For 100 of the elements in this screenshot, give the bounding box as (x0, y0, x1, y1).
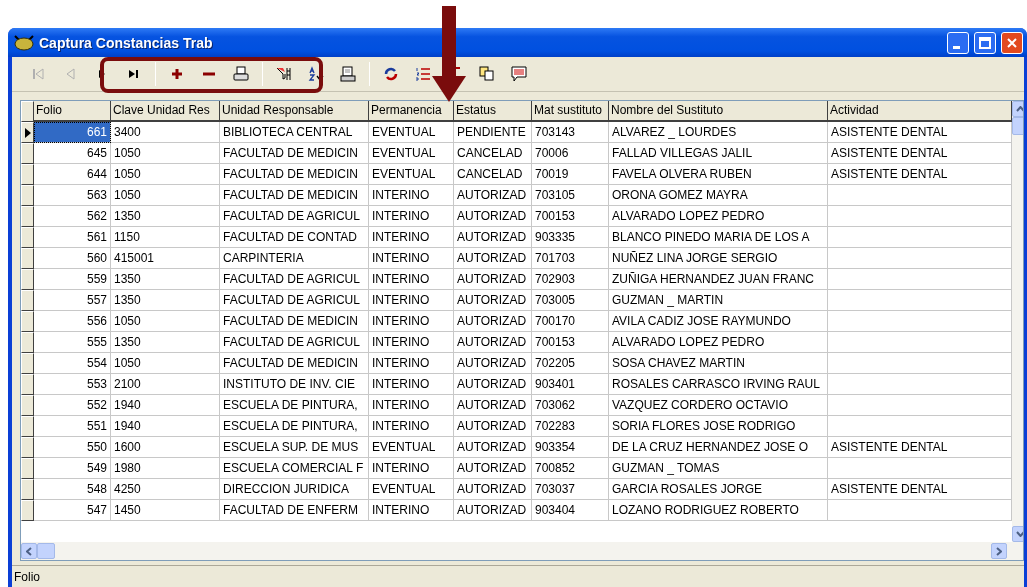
table-cell: 551 (34, 416, 111, 437)
row-indicator[interactable] (21, 206, 34, 227)
table-cell: 702283 (532, 416, 609, 437)
column-header[interactable]: Nombre del Sustituto (609, 101, 828, 122)
row-indicator[interactable] (21, 143, 34, 164)
row-indicator[interactable] (21, 458, 34, 479)
horizontal-scrollbar[interactable] (21, 542, 1023, 560)
row-indicator[interactable] (21, 479, 34, 500)
table-cell: SORIA FLORES JOSE RODRIGO (609, 416, 828, 437)
table-cell: ESCUELA SUP. DE MUS (220, 437, 369, 458)
table-cell: 1350 (111, 206, 220, 227)
table-cell: 561 (34, 227, 111, 248)
table-cell: AUTORIZAD (454, 185, 532, 206)
refresh-icon (383, 66, 399, 82)
table-cell: INTERINO (369, 458, 454, 479)
minimize-icon (952, 46, 960, 49)
row-indicator[interactable] (21, 248, 34, 269)
table-cell: ALVARADO LOPEZ PEDRO (609, 206, 828, 227)
table-cell: INTERINO (369, 416, 454, 437)
row-indicator[interactable] (21, 227, 34, 248)
table-cell: AUTORIZAD (454, 458, 532, 479)
table-cell: FALLAD VILLEGAS JALIL (609, 143, 828, 164)
table-cell: 1050 (111, 353, 220, 374)
table-cell: 903354 (532, 437, 609, 458)
row-indicator[interactable] (21, 395, 34, 416)
printer-icon (233, 66, 249, 82)
table-cell: CANCELAD (454, 143, 532, 164)
table-cell: FACULTAD DE MEDICIN (220, 185, 369, 206)
table-cell: 1600 (111, 437, 220, 458)
column-header[interactable]: Estatus (454, 101, 532, 122)
copy-icon (479, 66, 495, 82)
column-header[interactable]: Folio (34, 101, 111, 122)
table-cell: 1980 (111, 458, 220, 479)
row-indicator[interactable] (21, 269, 34, 290)
table-cell: FACULTAD DE AGRICUL (220, 269, 369, 290)
table-cell: AUTORIZAD (454, 437, 532, 458)
table-cell: 703105 (532, 185, 609, 206)
table-cell: ESCUELA DE PINTURA, (220, 416, 369, 437)
table-cell: AUTORIZAD (454, 353, 532, 374)
row-indicator[interactable] (21, 185, 34, 206)
row-indicator[interactable] (21, 374, 34, 395)
table-cell: INTERINO (369, 374, 454, 395)
table-cell: ESCUELA COMERCIAL F (220, 458, 369, 479)
scroll-left-icon[interactable] (21, 543, 37, 559)
table-cell: EVENTUAL (369, 122, 454, 143)
table-cell: INTERINO (369, 206, 454, 227)
table-cell: 1150 (111, 227, 220, 248)
column-header[interactable]: Permanencia (369, 101, 454, 122)
table-cell: INTERINO (369, 269, 454, 290)
table-cell: 700170 (532, 311, 609, 332)
table-cell: GUZMAN _ MARTIN (609, 290, 828, 311)
row-indicator[interactable] (21, 164, 34, 185)
table-cell: PENDIENTE (454, 122, 532, 143)
table-cell: FACULTAD DE MEDICIN (220, 353, 369, 374)
table-cell: 4250 (111, 479, 220, 500)
table-cell: INTERINO (369, 248, 454, 269)
table-cell: VAZQUEZ CORDERO OCTAVIO (609, 395, 828, 416)
table-cell: AUTORIZAD (454, 290, 532, 311)
column-header[interactable]: Unidad Responsable (220, 101, 369, 122)
table-cell: BIBLIOTECA CENTRAL (220, 122, 369, 143)
table-cell: 547 (34, 500, 111, 521)
row-indicator[interactable] (21, 353, 34, 374)
table-cell: 1350 (111, 332, 220, 353)
column-header[interactable]: Clave Unidad Res (111, 101, 220, 122)
row-indicator[interactable] (21, 311, 34, 332)
table-cell: 549 (34, 458, 111, 479)
table-cell: INTERINO (369, 290, 454, 311)
table-cell: 556 (34, 311, 111, 332)
table-cell: INTERINO (369, 353, 454, 374)
table-cell: ASISTENTE DENTAL (828, 479, 1012, 500)
table-cell: 700153 (532, 206, 609, 227)
table-cell: ASISTENTE DENTAL (828, 122, 1012, 143)
table-cell: 1940 (111, 395, 220, 416)
table-cell: FACULTAD DE AGRICUL (220, 290, 369, 311)
scroll-thumb[interactable] (37, 543, 55, 559)
row-indicator[interactable] (21, 500, 34, 521)
table-cell: 1050 (111, 143, 220, 164)
table-cell: LOZANO RODRIGUEZ ROBERTO (609, 500, 828, 521)
table-cell: 550 (34, 437, 111, 458)
maximize-button[interactable] (974, 31, 996, 54)
row-indicator[interactable] (21, 122, 34, 143)
close-button[interactable] (1001, 31, 1023, 54)
row-indicator[interactable] (21, 416, 34, 437)
table-cell: EVENTUAL (369, 479, 454, 500)
column-header[interactable]: Mat sustituto (532, 101, 609, 122)
app-logo-icon (14, 34, 34, 51)
table-cell: FACULTAD DE AGRICUL (220, 332, 369, 353)
minimize-button[interactable] (947, 31, 969, 54)
table-cell: 701703 (532, 248, 609, 269)
row-indicator[interactable] (21, 332, 34, 353)
row-indicator[interactable] (21, 437, 34, 458)
table-cell: GUZMAN _ TOMAS (609, 458, 828, 479)
row-indicator[interactable] (21, 290, 34, 311)
column-header[interactable]: Actividad (828, 101, 1012, 122)
first-record-icon (30, 66, 46, 82)
scroll-right-icon[interactable] (991, 543, 1007, 559)
table-cell: BLANCO PINEDO MARIA DE LOS A (609, 227, 828, 248)
table-cell: FACULTAD DE CONTAD (220, 227, 369, 248)
table-cell: INTERINO (369, 311, 454, 332)
table-cell: 555 (34, 332, 111, 353)
